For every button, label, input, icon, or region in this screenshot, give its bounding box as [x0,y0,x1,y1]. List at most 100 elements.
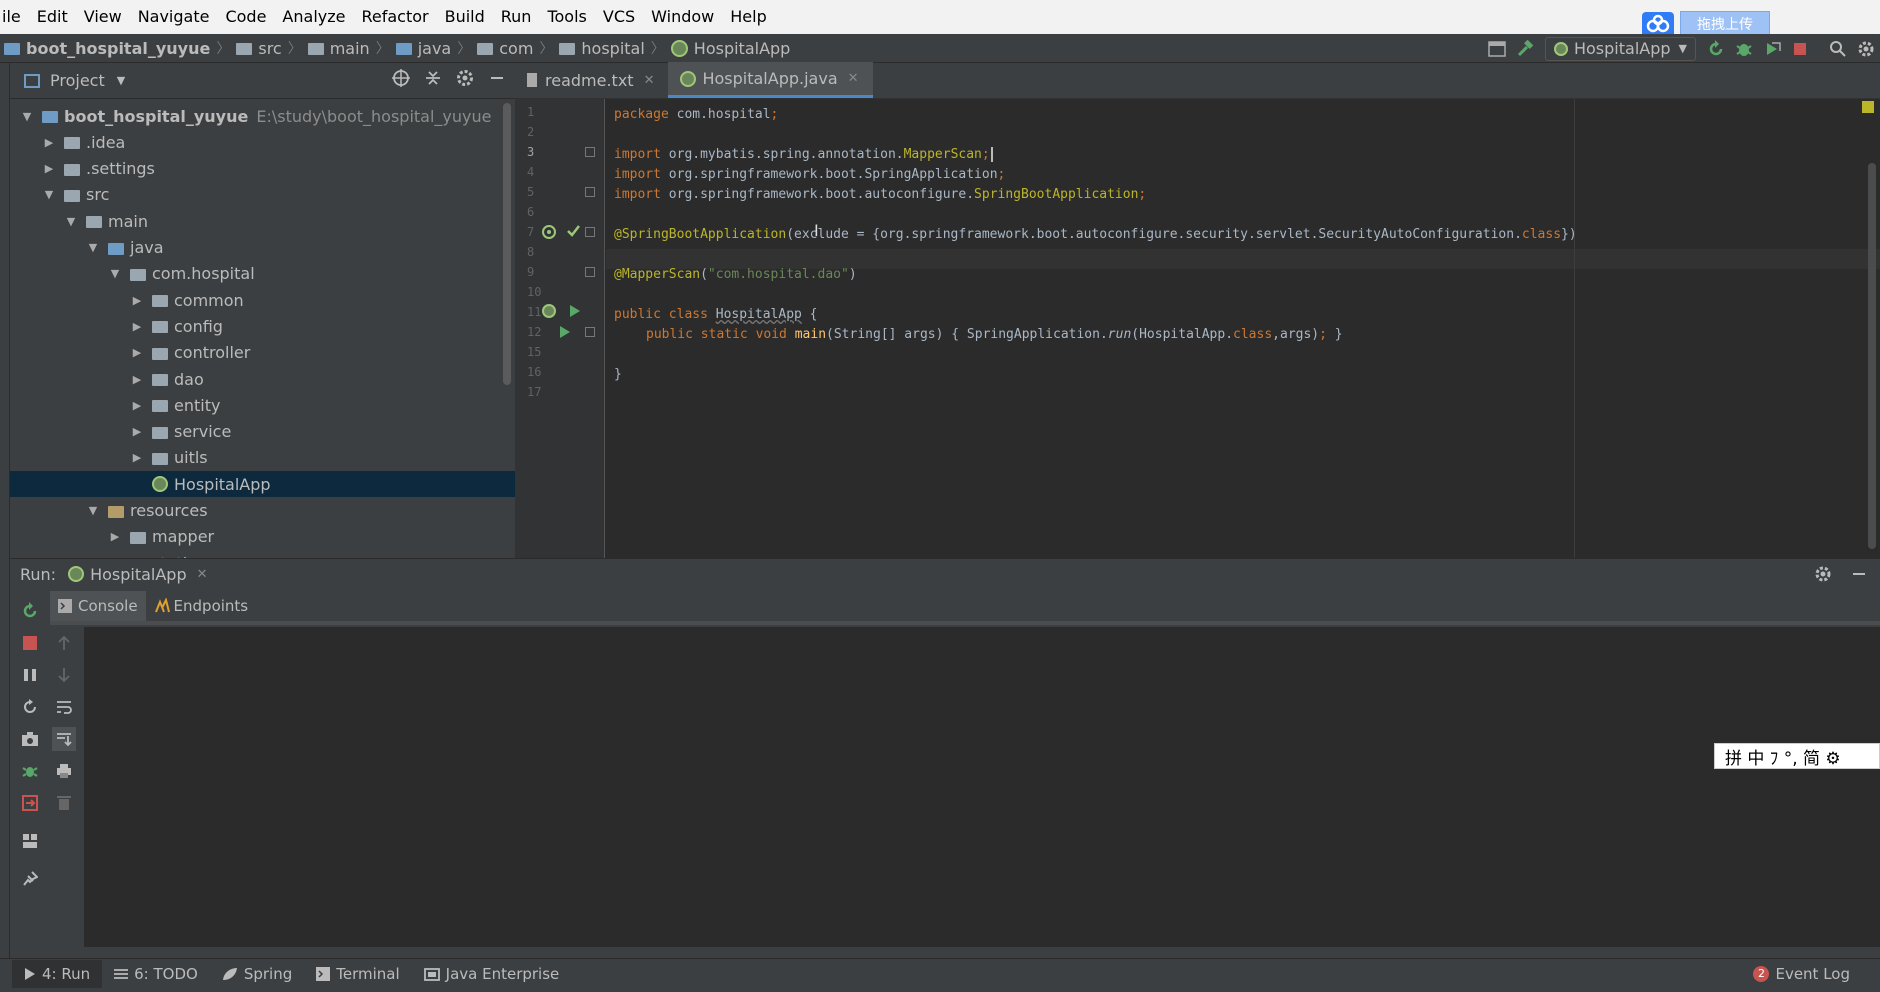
chevron-right-icon[interactable]: ▶ [42,162,56,175]
tree-item[interactable]: ▼ resources [10,498,515,524]
clear-all-button[interactable] [52,791,76,815]
build-button[interactable] [1511,35,1539,63]
tree-item[interactable]: ▼ src [10,182,515,208]
debug-button[interactable] [1730,35,1758,63]
chevron-down-icon[interactable]: ▼ [86,241,100,254]
fold-marker-icon[interactable] [585,187,595,197]
crumb-java[interactable]: java [418,39,452,58]
menu-analyze[interactable]: Analyze [274,0,353,34]
hide-panel-icon[interactable] [1850,565,1868,583]
rerun-button[interactable] [18,599,42,623]
pause-button[interactable] [18,663,42,687]
close-icon[interactable]: ✕ [848,71,859,86]
tree-item[interactable]: ▼ com.hospital [10,261,515,287]
tree-item[interactable]: ▶ controller [10,340,515,366]
fold-marker-icon[interactable] [585,267,595,277]
layout-button[interactable] [18,829,42,853]
restart-button[interactable] [18,695,42,719]
run-gutter-icon[interactable] [569,304,581,318]
tree-item[interactable]: ▶ dao [10,366,515,392]
console-output[interactable] [84,627,1880,947]
gear-icon[interactable] [1814,565,1832,583]
editor-scrollbar[interactable] [1868,163,1876,549]
tree-item[interactable]: ▼ main [10,208,515,234]
close-icon[interactable]: ✕ [644,73,655,88]
menu-tools[interactable]: Tools [539,0,594,34]
chevron-right-icon[interactable]: ▶ [130,294,144,307]
tree-item[interactable]: ▶ .settings [10,156,515,182]
spring-config-gutter-icon[interactable] [565,223,581,239]
menu-edit[interactable]: Edit [29,0,76,34]
toolwindow-spring[interactable]: Spring [210,960,304,988]
fold-marker-icon[interactable] [585,327,595,337]
tree-item[interactable]: ▼ java [10,235,515,261]
debug-button[interactable] [18,759,42,783]
crumb-project[interactable]: boot_hospital_yuyue [26,39,210,58]
settings-button[interactable] [1852,35,1880,63]
chevron-right-icon[interactable]: ▶ [130,425,144,438]
toolwindow-java-enterprise[interactable]: Java Enterprise [412,960,572,988]
coverage-button[interactable] [1758,35,1786,63]
project-structure-button[interactable] [1483,35,1511,63]
stop-button[interactable] [18,631,42,655]
tree-item[interactable]: HospitalApp [10,471,515,498]
soft-wrap-button[interactable] [52,695,76,719]
scroll-up-button[interactable] [52,631,76,655]
menu-window[interactable]: Window [643,0,722,34]
menu-refactor[interactable]: Refactor [353,0,436,34]
tree-item[interactable]: ▶ entity [10,392,515,418]
inspection-status-icon[interactable] [1862,101,1874,113]
tab-endpoints[interactable]: Endpoints [146,591,257,621]
chevron-right-icon[interactable]: ▶ [130,320,144,333]
chevron-down-icon[interactable]: ▼ [117,74,125,87]
tab-readme[interactable]: readme.txt ✕ [515,62,668,98]
chevron-down-icon[interactable]: ▼ [86,504,100,517]
menu-file[interactable]: ile [0,0,29,34]
toolwindow-run[interactable]: 4: Run [12,959,103,988]
menu-view[interactable]: View [76,0,130,34]
crumb-src[interactable]: src [258,39,281,58]
crumb-com[interactable]: com [499,39,533,58]
chevron-down-icon[interactable]: ▼ [42,188,56,201]
tree-item[interactable]: ▶ .idea [10,129,515,155]
tree-item[interactable]: ▶ config [10,313,515,339]
spring-gutter-icon[interactable] [541,303,557,319]
chevron-right-icon[interactable]: ▶ [130,346,144,359]
gear-icon[interactable] [455,68,475,88]
chevron-right-icon[interactable]: ▶ [130,373,144,386]
crumb-hospital[interactable]: hospital [581,39,644,58]
chevron-down-icon[interactable]: ▼ [108,267,122,280]
run-config-select[interactable]: HospitalApp ▼ [1544,36,1696,61]
code-line-4[interactable]: import org.springframework.boot.SpringAp… [614,165,1005,185]
close-icon[interactable]: ✕ [197,567,208,582]
run-config-tab[interactable]: HospitalApp [90,565,187,584]
code-line-9[interactable]: @MapperScan("com.hospital.dao") [614,265,857,285]
scroll-down-button[interactable] [52,663,76,687]
fold-marker-icon[interactable] [585,227,595,237]
code-line-1[interactable]: package com.hospital; [614,105,778,125]
tree-item[interactable]: ▶ common [10,287,515,313]
tree-item[interactable]: ▶ uitls [10,445,515,471]
menu-code[interactable]: Code [217,0,274,34]
ime-toolbar[interactable]: 拼 中 ﾌ °, 简 ⚙ [1714,743,1880,769]
menu-help[interactable]: Help [722,0,774,34]
search-everywhere-button[interactable] [1824,35,1852,63]
code-line-7[interactable]: @SpringBootApplication(exclude = {org.sp… [614,225,1577,245]
project-scrollbar[interactable] [503,103,511,385]
chevron-right-icon[interactable]: ▶ [42,136,56,149]
fold-marker-icon[interactable] [585,147,595,157]
tree-item[interactable]: ▶ service [10,419,515,445]
pin-button[interactable] [18,867,42,891]
code-line-16[interactable]: } [614,365,622,385]
hide-panel-icon[interactable] [487,68,507,88]
menu-build[interactable]: Build [437,0,493,34]
tree-item[interactable]: ▼ boot_hospital_yuyue E:\study\boot_hospit… [10,103,515,129]
menu-vcs[interactable]: VCS [595,0,643,34]
spring-bean-gutter-icon[interactable] [541,224,557,240]
toolwindow-terminal[interactable]: Terminal [304,960,411,988]
code-line-5[interactable]: import org.springframework.boot.autoconf… [614,185,1146,205]
tab-hospitalapp[interactable]: HospitalApp.java ✕ [668,62,873,98]
dump-threads-button[interactable] [18,727,42,751]
toolwindow-event-log[interactable]: 2 Event Log [1741,960,1862,988]
exit-button[interactable] [18,791,42,815]
